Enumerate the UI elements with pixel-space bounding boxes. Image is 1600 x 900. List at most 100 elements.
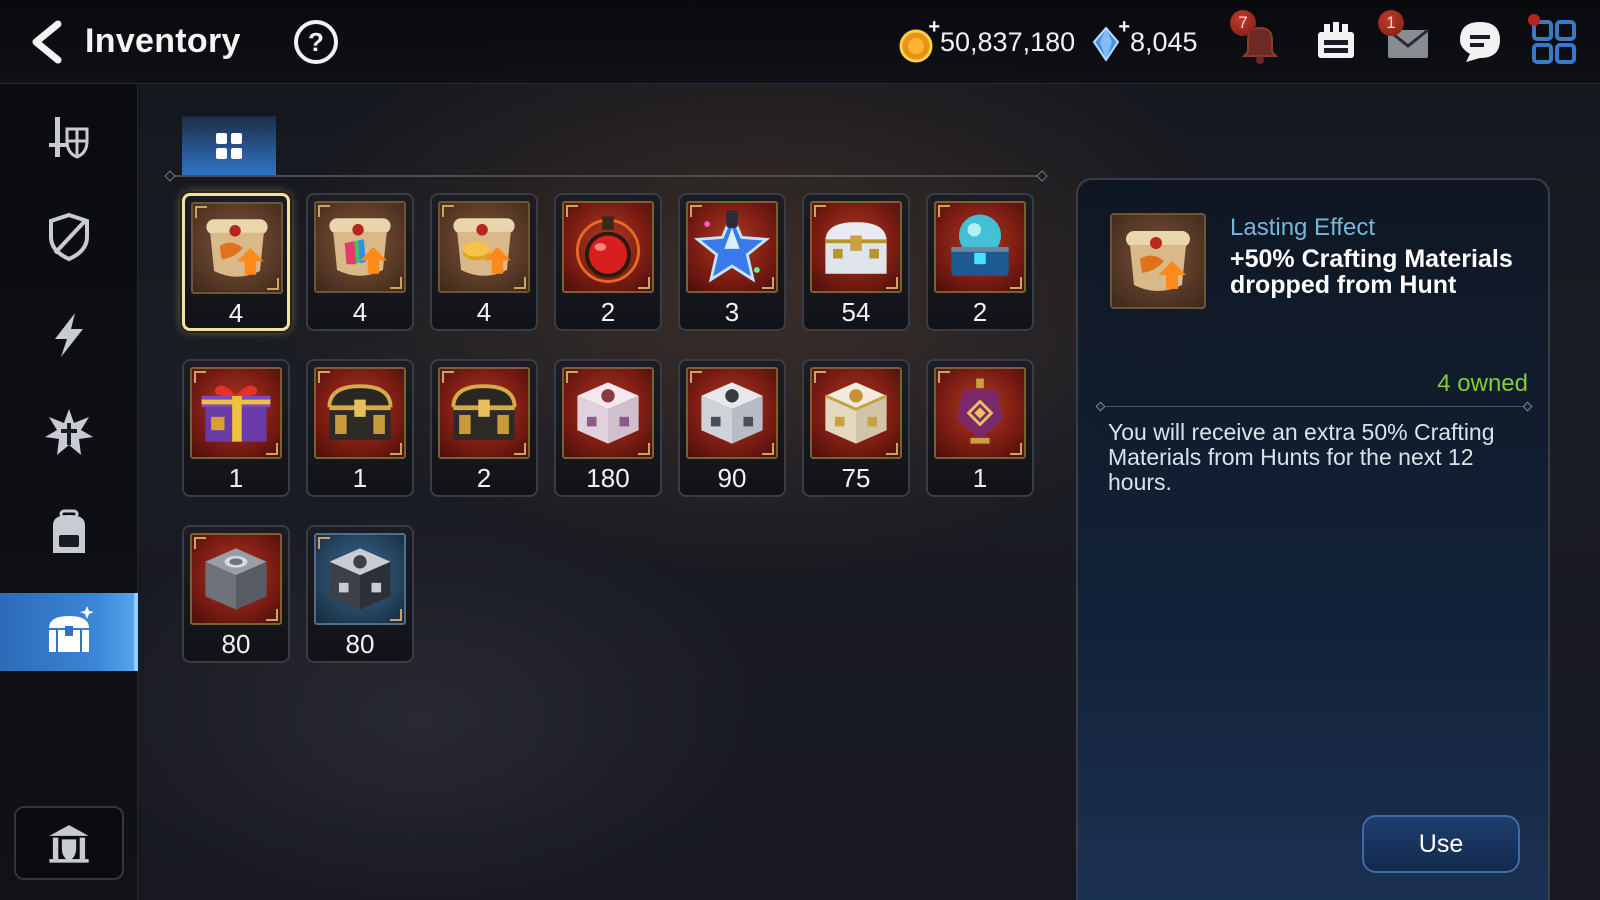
inventory-item-slot[interactable]: 4 xyxy=(430,193,538,331)
inventory-item-slot[interactable]: 80 xyxy=(182,525,290,663)
frame-corner xyxy=(514,277,526,289)
item-image xyxy=(314,367,406,459)
chat-button[interactable] xyxy=(1454,16,1506,68)
inventory-item-slot[interactable]: 4 xyxy=(306,193,414,331)
rail-item-materials[interactable] xyxy=(0,296,138,374)
frame-corner xyxy=(266,609,278,621)
item-quantity: 80 xyxy=(221,629,251,659)
frame-corner xyxy=(318,205,330,217)
item-image xyxy=(810,367,902,459)
item-image xyxy=(934,367,1026,459)
gem-currency[interactable]: + 8,045 xyxy=(1088,16,1198,64)
tab-all-items[interactable] xyxy=(182,116,276,176)
gold-currency[interactable]: + 50,837,180 xyxy=(898,16,1076,64)
item-quantity: 3 xyxy=(724,297,740,327)
back-arrow-icon xyxy=(32,20,62,64)
item-quantity: 1 xyxy=(352,463,368,493)
guild-storage-button[interactable] xyxy=(14,806,124,880)
inventory-item-slot[interactable]: 54 xyxy=(802,193,910,331)
frame-corner xyxy=(390,277,402,289)
detail-item-type: Lasting Effect xyxy=(1230,214,1375,241)
item-quantity: 1 xyxy=(972,463,988,493)
item-quantity: 2 xyxy=(972,297,988,327)
help-icon: ? xyxy=(294,20,338,64)
gem-plus-icon: + xyxy=(1118,16,1130,38)
rail-item-catalysts[interactable] xyxy=(0,394,138,472)
frame-corner xyxy=(266,443,278,455)
back-button[interactable] xyxy=(24,18,70,66)
rail-item-artifacts[interactable] xyxy=(0,198,138,276)
frame-corner xyxy=(690,371,702,383)
inventory-item-slot[interactable]: 2 xyxy=(554,193,662,331)
item-detail-panel: Lasting Effect +50% Crafting Materials d… xyxy=(1076,178,1550,900)
item-quantity: 2 xyxy=(600,297,616,327)
frame-corner xyxy=(390,609,402,621)
frame-corner xyxy=(1010,443,1022,455)
inventory-item-slot[interactable]: 3 xyxy=(678,193,786,331)
artifact-shield-icon xyxy=(49,212,89,262)
use-button[interactable]: Use xyxy=(1362,815,1520,873)
help-button[interactable]: ? xyxy=(292,18,340,66)
dragon-scroll-icon xyxy=(1126,231,1190,291)
base-button[interactable] xyxy=(1310,16,1362,68)
frame-corner xyxy=(690,205,702,217)
inventory-item-slot[interactable]: 2 xyxy=(926,193,1034,331)
frame-corner xyxy=(638,443,650,455)
frame-corner xyxy=(638,277,650,289)
frame-corner xyxy=(814,371,826,383)
item-image xyxy=(562,367,654,459)
frame-corner xyxy=(318,371,330,383)
inventory-item-slot[interactable]: 1 xyxy=(926,359,1034,497)
item-image xyxy=(686,367,778,459)
sanctuary-icon xyxy=(1318,22,1354,58)
detail-item-image xyxy=(1110,213,1206,309)
main-menu-button[interactable] xyxy=(1528,14,1580,68)
inventory-item-slot[interactable]: 1 xyxy=(182,359,290,497)
frame-corner xyxy=(390,443,402,455)
menu-alert-dot xyxy=(1528,14,1540,26)
frame-corner xyxy=(194,371,206,383)
rail-item-hero-equipment[interactable] xyxy=(0,98,138,176)
frame-corner xyxy=(566,205,578,217)
catalyst-burst-icon xyxy=(45,409,93,455)
item-quantity: 54 xyxy=(841,297,871,327)
item-image xyxy=(314,533,406,625)
chat-icon xyxy=(1460,22,1500,62)
grid-all-icon xyxy=(216,133,242,159)
item-image xyxy=(810,201,902,293)
hero-equipment-icon xyxy=(49,117,89,159)
notification-button[interactable]: 7 xyxy=(1230,10,1286,68)
inventory-item-slot[interactable]: 90 xyxy=(678,359,786,497)
item-quantity: 180 xyxy=(586,463,630,493)
frame-corner xyxy=(195,206,207,218)
inventory-item-slot[interactable]: 2 xyxy=(430,359,538,497)
frame-corner xyxy=(886,443,898,455)
treasure-chest-icon xyxy=(49,606,94,652)
crystal-gem-icon: + xyxy=(1088,16,1130,64)
gold-amount: 50,837,180 xyxy=(940,26,1076,57)
item-quantity: 1 xyxy=(228,463,244,493)
item-image xyxy=(934,201,1026,293)
frame-corner xyxy=(442,371,454,383)
item-quantity: 4 xyxy=(352,297,368,327)
inventory-item-slot[interactable]: 4 xyxy=(182,193,290,331)
detail-divider xyxy=(1100,406,1528,407)
inventory-item-slot[interactable]: 75 xyxy=(802,359,910,497)
frame-corner xyxy=(938,371,950,383)
rail-item-consumables[interactable] xyxy=(0,494,138,572)
gold-plus-icon: + xyxy=(928,16,940,38)
frame-corner xyxy=(442,205,454,217)
detail-owned-count: 4 owned xyxy=(1437,370,1528,397)
inventory-item-slot[interactable]: 180 xyxy=(554,359,662,497)
inventory-item-slot[interactable]: 80 xyxy=(306,525,414,663)
detail-description: You will receive an extra 50% Crafting M… xyxy=(1108,419,1495,495)
frame-corner xyxy=(566,371,578,383)
frame-corner xyxy=(762,443,774,455)
inventory-item-slot[interactable]: 1 xyxy=(306,359,414,497)
svg-text:?: ? xyxy=(308,27,324,57)
rail-item-chests[interactable] xyxy=(0,593,138,671)
item-quantity: 2 xyxy=(476,463,492,493)
mail-badge: 1 xyxy=(1378,10,1404,36)
mail-button[interactable]: 1 xyxy=(1378,10,1434,68)
frame-corner xyxy=(194,537,206,549)
